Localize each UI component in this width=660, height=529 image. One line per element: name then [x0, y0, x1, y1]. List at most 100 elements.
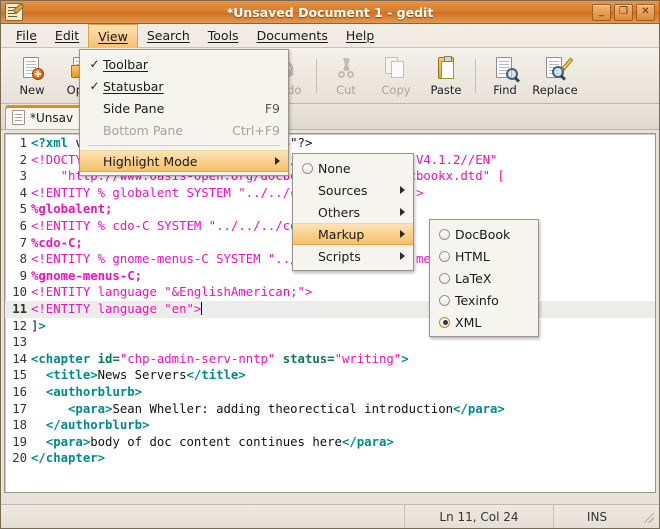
toolbar-button-paste[interactable]: Paste	[421, 51, 471, 101]
code-line[interactable]: 13	[5, 334, 655, 351]
menubar-item-view[interactable]: View	[88, 24, 138, 48]
menu-item-xml-label: XML	[455, 314, 482, 330]
line-text: <para>Sean Wheller: adding theorectical …	[31, 401, 655, 418]
window-title: *Unsaved Document 1 - gedit	[226, 4, 434, 20]
docbook-radio-icon[interactable]	[439, 228, 450, 240]
menu-item-texinfo-label: Texinfo	[455, 292, 499, 308]
line-number: 17	[12, 401, 27, 416]
menu-item-others[interactable]: Others	[293, 201, 413, 223]
line-number: 16	[12, 384, 27, 399]
menu-item-others-label: Others	[318, 204, 361, 220]
code-line[interactable]: 18 </authorblurb>	[5, 417, 655, 434]
menu-item-latex[interactable]: LaTeX	[430, 267, 538, 289]
title-bar: *Unsaved Document 1 - gedit _ ❐ ✕	[1, 1, 659, 24]
menubar-item-file[interactable]: File	[7, 24, 46, 47]
menu-item-html[interactable]: HTML	[430, 245, 538, 267]
menu-item-scripts-label: Scripts	[318, 248, 361, 264]
code-token: Sean Wheller: adding theorectical introd…	[112, 401, 454, 416]
menubar-item-documents[interactable]: Documents	[248, 24, 337, 47]
texinfo-radio-icon[interactable]	[439, 294, 450, 306]
others-submenu-arrow-icon	[400, 208, 405, 216]
text-document-icon	[12, 110, 25, 125]
menu-item-html-label: HTML	[455, 248, 490, 264]
line-number: 19	[12, 434, 27, 449]
menu-item-scripts[interactable]: Scripts	[293, 245, 413, 267]
menubar-file-label: File	[16, 28, 37, 43]
code-line[interactable]: 16 <authorblurb>	[5, 384, 655, 401]
magnifier-icon	[492, 55, 518, 81]
html-radio-icon[interactable]	[439, 250, 450, 262]
toolbar-find-label: Find	[493, 82, 517, 97]
line-number: 2	[19, 152, 27, 167]
resize-grip-icon[interactable]	[640, 509, 656, 525]
menu-item-highlight-mode[interactable]: Highlight Mode	[80, 150, 288, 172]
code-line[interactable]: 17 <para>Sean Wheller: adding theorectic…	[5, 401, 655, 418]
scripts-submenu-arrow-icon	[400, 252, 405, 260]
none-radio-icon[interactable]	[302, 162, 313, 174]
menu-item-sources-label: Sources	[318, 182, 368, 198]
code-line[interactable]: 15 <title>News Servers</title>	[5, 367, 655, 384]
menubar-item-help[interactable]: Help	[337, 24, 384, 47]
code-line[interactable]: 10 <!ENTITY language "&EnglishAmerican;">	[5, 284, 655, 301]
code-token: "writing"	[334, 351, 402, 366]
menu-item-xml[interactable]: XML	[430, 311, 538, 333]
menu-item-docbook[interactable]: DocBook	[430, 223, 538, 245]
minimize-button[interactable]: _	[592, 3, 611, 21]
code-token: %globalent;	[31, 202, 113, 217]
maximize-button[interactable]: ❐	[614, 3, 633, 21]
code-token: </authorblurb>	[45, 418, 150, 433]
toolbar-copy-label: Copy	[381, 82, 411, 97]
menu-item-markup[interactable]: Markup	[293, 223, 413, 245]
toolbar-button-new[interactable]: New	[7, 51, 57, 101]
view-menu: ✓ Toolbar ✓ Statusbar Side Pane F9 Botto…	[79, 49, 289, 176]
menu-item-toolbar[interactable]: ✓ Toolbar	[80, 53, 288, 75]
toolbar-button-copy[interactable]: Copy	[371, 51, 421, 101]
line-number: 13	[12, 335, 27, 350]
code-line[interactable]: 19 <para>body of doc content continues h…	[5, 434, 655, 451]
menubar-search-label: Search	[146, 28, 190, 43]
code-line[interactable]: 14 <chapter id="chp-admin-serv-nntp" stat…	[5, 351, 655, 368]
latex-radio-icon[interactable]	[439, 272, 450, 284]
menu-item-sources[interactable]: Sources	[293, 179, 413, 201]
menu-item-statusbar[interactable]: ✓ Statusbar	[80, 75, 288, 97]
menu-item-bottom-pane[interactable]: Bottom Pane Ctrl+F9	[80, 119, 288, 141]
highlight-mode-submenu: None Sources Others Markup Scripts	[292, 153, 414, 271]
code-line[interactable]: 11 <!ENTITY language "en">	[5, 300, 655, 318]
markup-submenu-arrow-icon	[400, 230, 405, 238]
status-bar: Ln 11, Col 24 INS	[1, 504, 659, 528]
code-line[interactable]: 12]>	[5, 318, 655, 335]
close-button[interactable]: ✕	[636, 3, 655, 21]
toolbar-button-cut[interactable]: Cut	[321, 51, 371, 101]
toolbar-separator-3	[475, 58, 476, 93]
menu-item-side-pane[interactable]: Side Pane F9	[80, 97, 288, 119]
code-token: <authorblurb>	[45, 384, 143, 399]
xml-radio-icon[interactable]	[439, 316, 450, 328]
menubar-item-search[interactable]: Search	[138, 24, 199, 47]
toolbar-button-find[interactable]: Find	[480, 51, 530, 101]
line-number: 20	[12, 451, 27, 466]
menu-item-none-label: None	[318, 160, 351, 176]
line-number: 3	[19, 169, 27, 184]
menubar-documents-label: Documents	[256, 28, 328, 43]
menu-item-statusbar-label: Statusbar	[103, 78, 164, 94]
menubar-item-edit[interactable]: Edit	[46, 24, 88, 47]
code-line[interactable]: 20 </chapter>	[5, 450, 655, 467]
statusbar-checkmark-icon: ✓	[89, 79, 100, 93]
code-token: <para>	[45, 434, 91, 449]
menu-item-none[interactable]: None	[293, 157, 413, 179]
menubar-view-label: View	[98, 29, 128, 44]
toolbar-button-replace[interactable]: Replace	[530, 51, 580, 101]
line-number: 10	[12, 285, 27, 300]
line-text: <!ENTITY language "en">	[31, 301, 655, 318]
line-number: 1	[19, 136, 27, 150]
menubar-item-tools[interactable]: Tools	[199, 24, 248, 47]
code-token: %gnome-menus-C;	[31, 268, 143, 283]
menu-item-texinfo[interactable]: Texinfo	[430, 289, 538, 311]
menu-item-bottom-pane-label: Bottom Pane	[103, 122, 184, 138]
line-text: <authorblurb>	[31, 384, 655, 401]
code-token: <!ENTITY % gnome-menus-C SYSTEM "../../c…	[31, 252, 483, 267]
menu-item-markup-label: Markup	[318, 226, 365, 242]
